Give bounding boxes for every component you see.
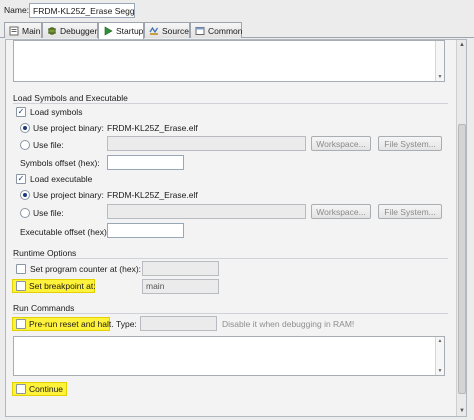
symbols-offset-input[interactable] — [107, 155, 184, 170]
symbols-use-project-label: Use project binary: — [33, 123, 104, 133]
tab-bar: Main Debugger Startup Source Common — [0, 22, 474, 39]
tab-debugger-label: Debugger — [60, 25, 98, 36]
scroll-up-arrow-icon[interactable]: ▲ — [436, 338, 444, 344]
scroll-down-arrow-icon[interactable]: ▼ — [436, 368, 444, 374]
run-commands-scrollbar[interactable]: ▲ ▼ — [435, 337, 444, 375]
radio-selected-dot — [23, 193, 27, 197]
tab-source[interactable]: Source — [144, 22, 190, 38]
tab-startup[interactable]: Startup — [98, 22, 144, 39]
common-icon — [195, 25, 205, 36]
executable-use-file-radio[interactable] — [20, 208, 30, 218]
reset-type-input[interactable] — [140, 316, 217, 331]
panel-scrollbar[interactable]: ▲ ▼ — [456, 40, 466, 416]
symbols-project-binary-value: FRDM-KL25Z_Erase.elf — [107, 123, 198, 133]
load-symbols-label: Load symbols — [30, 107, 83, 117]
name-row: Name: FRDM-KL25Z_Erase Segger — [0, 0, 474, 21]
load-group-title: Load Symbols and Executable — [13, 93, 128, 103]
tab-common-label: Common — [208, 25, 243, 36]
run-commands-group-title: Run Commands — [13, 303, 75, 313]
tab-main[interactable]: Main — [4, 22, 42, 38]
set-breakpoint-label: Set breakpoint at: — [29, 281, 96, 291]
program-counter-input[interactable] — [142, 261, 219, 276]
tab-source-label: Source — [162, 25, 189, 36]
run-commands-group-separator — [13, 313, 448, 314]
tab-debugger[interactable]: Debugger — [42, 22, 98, 38]
symbols-filesystem-button[interactable]: File System... — [378, 136, 442, 151]
executable-use-project-label: Use project binary: — [33, 190, 104, 200]
load-executable-label: Load executable — [30, 174, 93, 184]
load-executable-checkbox[interactable]: ✓ — [16, 174, 26, 184]
main-tab-icon — [9, 25, 19, 36]
executable-workspace-button[interactable]: Workspace... — [311, 204, 371, 219]
symbols-offset-label: Symbols offset (hex): — [20, 158, 100, 168]
symbols-use-file-radio[interactable] — [20, 140, 30, 150]
run-commands-textarea[interactable]: ▲ ▼ — [13, 336, 445, 376]
symbols-file-input[interactable] — [107, 136, 306, 151]
symbols-use-project-radio[interactable] — [20, 123, 30, 133]
scroll-up-arrow-icon[interactable]: ▲ — [457, 40, 467, 50]
startup-icon — [103, 26, 113, 37]
breakpoint-input[interactable]: main — [142, 279, 219, 294]
tab-main-label: Main — [22, 25, 41, 36]
set-program-counter-checkbox[interactable] — [16, 264, 26, 274]
pre-run-reset-label: Pre-run reset and halt. — [29, 319, 114, 329]
tab-common[interactable]: Common — [190, 22, 242, 38]
pre-run-reset-checkbox[interactable] — [16, 319, 26, 329]
load-group-separator — [13, 103, 448, 104]
executable-file-input[interactable] — [107, 204, 306, 219]
disable-ram-hint: Disable it when debugging in RAM! — [222, 319, 355, 329]
executable-use-file-label: Use file: — [33, 208, 64, 218]
configuration-name-input[interactable]: FRDM-KL25Z_Erase Segger — [29, 3, 135, 18]
executable-filesystem-button[interactable]: File System... — [378, 204, 442, 219]
scroll-down-arrow-icon[interactable]: ▼ — [436, 74, 444, 80]
executable-project-binary-value: FRDM-KL25Z_Erase.elf — [107, 190, 198, 200]
scrollbar-thumb[interactable] — [458, 124, 466, 394]
load-symbols-checkbox[interactable]: ✓ — [16, 107, 26, 117]
set-program-counter-label: Set program counter at (hex): — [30, 264, 142, 274]
scroll-down-arrow-icon[interactable]: ▼ — [457, 406, 467, 416]
source-icon — [149, 25, 159, 36]
executable-use-project-radio[interactable] — [20, 190, 30, 200]
set-breakpoint-checkbox[interactable] — [16, 281, 26, 291]
continue-label: Continue — [29, 384, 64, 394]
continue-checkbox[interactable] — [16, 384, 26, 394]
runtime-group-title: Runtime Options — [13, 248, 77, 258]
debugger-icon — [47, 25, 57, 36]
tab-startup-label: Startup — [116, 26, 144, 36]
initialization-commands-textarea[interactable]: ▼ — [13, 40, 445, 82]
reset-type-label: Type: — [116, 319, 137, 329]
textarea-scrollbar[interactable]: ▼ — [435, 41, 444, 81]
executable-offset-label: Executable offset (hex): — [20, 227, 110, 237]
symbols-use-file-label: Use file: — [33, 140, 64, 150]
radio-selected-dot — [23, 126, 27, 130]
symbols-workspace-button[interactable]: Workspace... — [311, 136, 371, 151]
name-label: Name: — [4, 5, 30, 15]
executable-offset-input[interactable] — [107, 223, 184, 238]
runtime-group-separator — [13, 258, 448, 259]
